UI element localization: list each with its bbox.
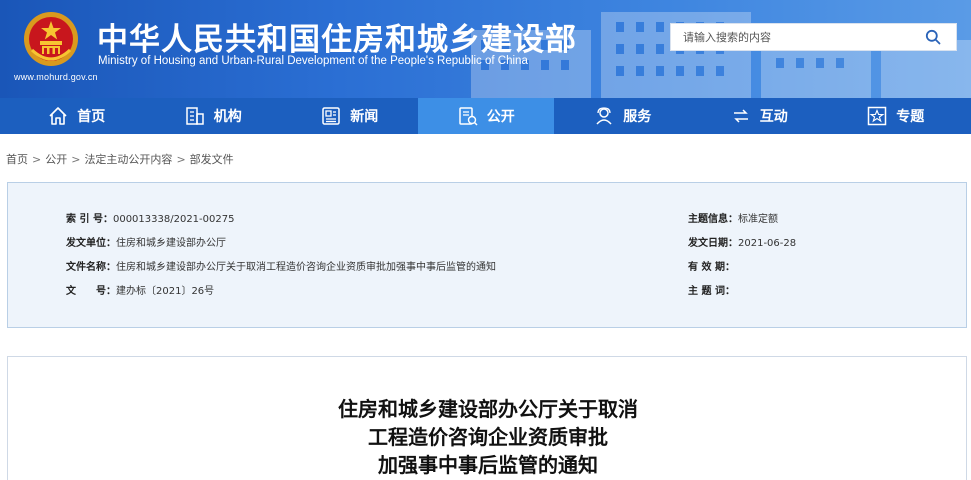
meta-label: 发文单位： — [66, 238, 116, 249]
site-url: www.mohurd.gov.cn — [14, 72, 98, 82]
nav-item-label: 专题 — [896, 109, 925, 125]
meta-label: 文件名称： — [66, 262, 116, 273]
nav-item-institution[interactable]: 机构 — [145, 98, 282, 134]
nav-item-interaction[interactable]: 互动 — [691, 98, 828, 134]
meta-value: 标准定额 — [738, 214, 778, 225]
nav-item-label: 服务 — [623, 109, 652, 125]
building-icon — [186, 107, 204, 125]
meta-label: 主 题 词： — [688, 286, 735, 297]
nav-item-label: 新闻 — [350, 109, 379, 125]
meta-label: 发文日期： — [688, 238, 738, 249]
meta-doc-no: 文 号：建办标〔2021〕26号 — [66, 282, 214, 297]
meta-value: 000013338/2021-00275 — [112, 214, 235, 225]
breadcrumb: 首页 > 公开 > 法定主动公开内容 > 部发文件 — [6, 151, 234, 167]
article-container: 住房和城乡建设部办公厅关于取消 工程造价咨询企业资质审批 加强事中事后监管的通知 — [7, 356, 967, 480]
news-icon — [322, 107, 340, 125]
search-box — [670, 23, 957, 51]
interaction-icon — [733, 109, 748, 123]
breadcrumb-ministry-documents[interactable]: 部发文件 — [190, 153, 234, 166]
nav-item-label: 机构 — [213, 109, 242, 125]
meta-value: 住房和城乡建设部办公厅 — [116, 238, 226, 249]
national-emblem-icon — [24, 12, 78, 66]
nav-item-service[interactable]: 服务 — [554, 98, 691, 134]
meta-value: 建办标〔2021〕26号 — [116, 286, 215, 297]
article-title: 住房和城乡建设部办公厅关于取消 工程造价咨询企业资质审批 加强事中事后监管的通知 — [8, 395, 968, 479]
nav-item-public[interactable]: 公开 — [417, 98, 554, 134]
search-icon — [925, 29, 941, 45]
service-icon — [596, 107, 612, 125]
nav-item-label: 公开 — [486, 109, 515, 125]
article-title-line: 工程造价咨询企业资质审批 — [368, 425, 608, 449]
breadcrumb-statutory-content[interactable]: 法定主动公开内容 — [84, 153, 172, 166]
meta-label: 主题信息： — [688, 214, 738, 225]
star-icon — [868, 106, 887, 126]
meta-issuer: 发文单位：住房和城乡建设部办公厅 — [66, 234, 226, 249]
breadcrumb-separator: > — [32, 153, 42, 166]
site-subtitle: Ministry of Housing and Urban-Rural Deve… — [98, 55, 528, 67]
meta-label: 索 引 号： — [66, 214, 113, 225]
meta-topic: 主题信息：标准定额 — [688, 210, 778, 225]
nav-item-news[interactable]: 新闻 — [281, 98, 418, 134]
site-title: 中华人民共和国住房和城乡建设部 — [97, 22, 577, 58]
meta-date: 发文日期：2021-06-28 — [688, 234, 796, 249]
article-title-line: 加强事中事后监管的通知 — [378, 453, 598, 477]
breadcrumb-home[interactable]: 首页 — [6, 153, 28, 166]
nav-item-label: 互动 — [759, 109, 788, 125]
meta-label: 文 号： — [66, 286, 116, 297]
search-input[interactable] — [671, 24, 910, 50]
meta-index-no: 索 引 号：000013338/2021-00275 — [66, 210, 234, 225]
site-header: www.mohurd.gov.cn 中华人民共和国住房和城乡建设部 Minist… — [0, 0, 971, 98]
search-button[interactable] — [910, 24, 956, 50]
meta-value: 2021-06-28 — [738, 238, 797, 249]
meta-filename: 文件名称：住房和城乡建设部办公厅关于取消工程造价咨询企业资质审批加强事中事后监管… — [66, 258, 496, 273]
meta-validity: 有 效 期： — [688, 258, 735, 273]
meta-keywords: 主 题 词： — [688, 282, 735, 297]
document-meta-box: 索 引 号：000013338/2021-00275 发文单位：住房和城乡建设部… — [7, 182, 967, 328]
meta-value: 住房和城乡建设部办公厅关于取消工程造价咨询企业资质审批加强事中事后监管的通知 — [116, 262, 496, 273]
breadcrumb-public[interactable]: 公开 — [45, 153, 67, 166]
nav-item-label: 首页 — [77, 109, 106, 125]
nav-item-home[interactable]: 首页 — [8, 98, 145, 134]
meta-label: 有 效 期： — [688, 262, 735, 273]
document-icon — [459, 107, 478, 126]
article-title-line: 住房和城乡建设部办公厅关于取消 — [338, 397, 638, 421]
nav-item-topic[interactable]: 专题 — [827, 98, 964, 134]
main-nav: 首页 机构 新闻 公开 服务 互动 专题 — [0, 98, 971, 134]
home-icon — [49, 107, 67, 125]
breadcrumb-separator: > — [176, 153, 186, 166]
breadcrumb-separator: > — [71, 153, 81, 166]
